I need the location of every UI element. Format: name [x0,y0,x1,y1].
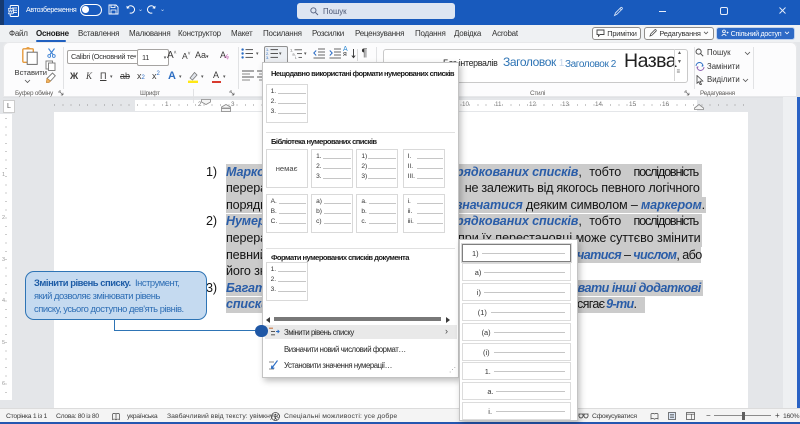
svg-text:W: W [9,8,14,13]
svg-text:i.: i. [295,55,297,59]
svg-text:3.: 3. [266,56,269,59]
